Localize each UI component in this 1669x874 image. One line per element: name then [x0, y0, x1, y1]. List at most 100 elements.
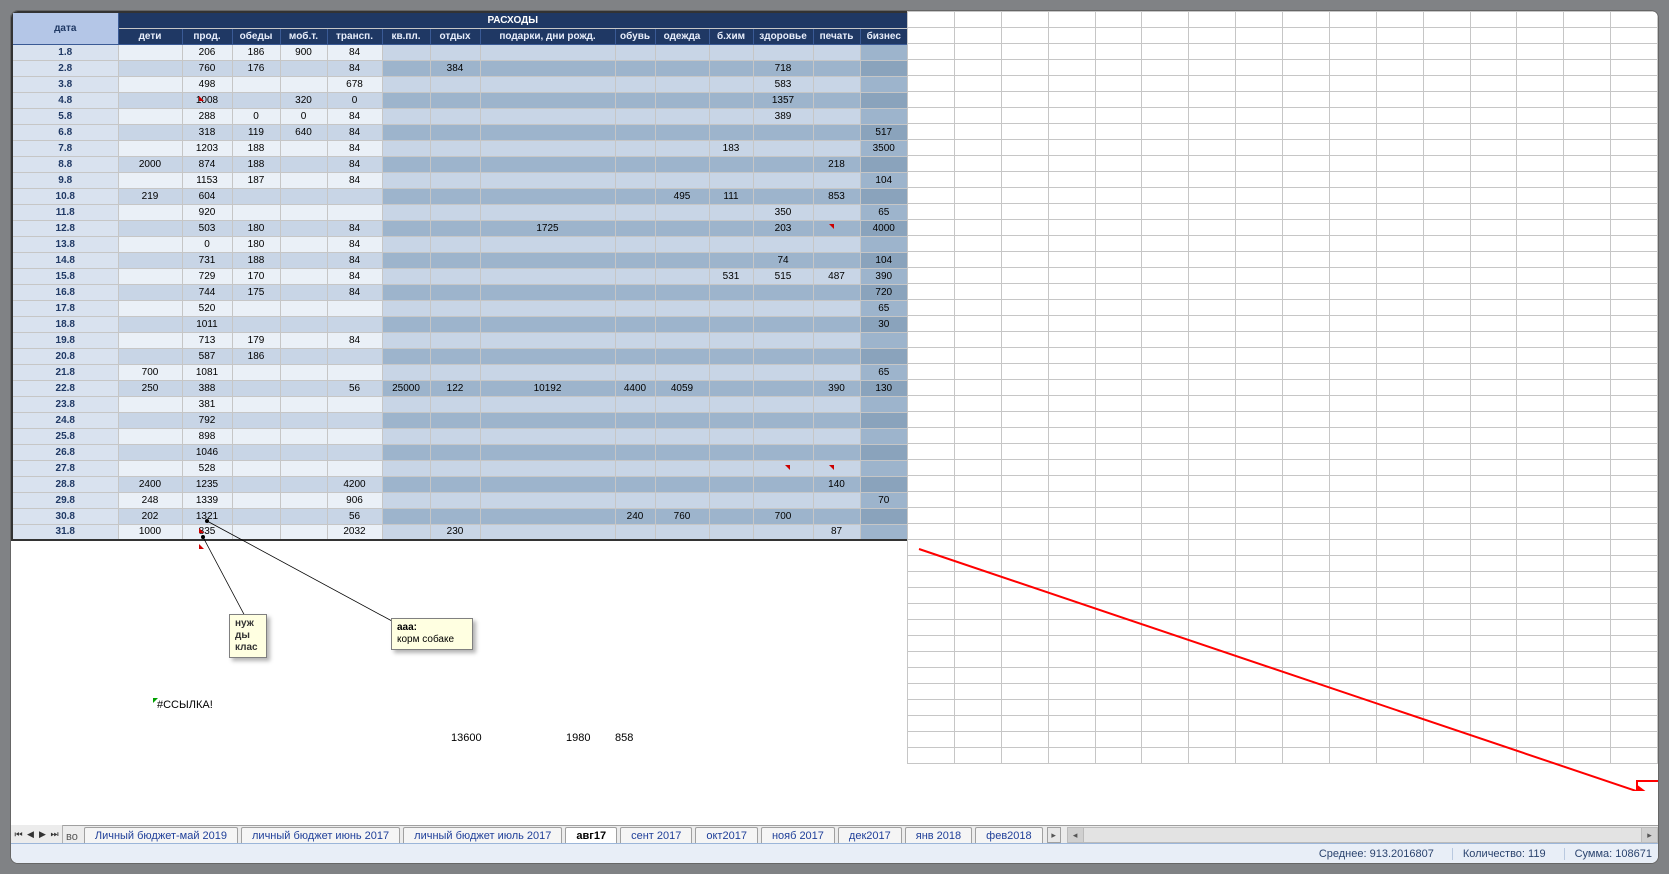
data-cell[interactable]: [118, 220, 182, 236]
blank-cell[interactable]: [1564, 716, 1611, 732]
data-cell[interactable]: [813, 92, 860, 108]
data-cell[interactable]: [430, 396, 480, 412]
data-cell[interactable]: [118, 284, 182, 300]
blank-cell[interactable]: [954, 604, 1001, 620]
blank-cell[interactable]: [1376, 380, 1423, 396]
data-cell[interactable]: [430, 268, 480, 284]
blank-cell[interactable]: [1423, 284, 1470, 300]
blank-cell[interactable]: [1564, 556, 1611, 572]
blank-cell[interactable]: [1611, 732, 1658, 748]
blank-cell[interactable]: [1283, 108, 1330, 124]
blank-cell[interactable]: [1236, 348, 1283, 364]
blank-cell[interactable]: [1189, 268, 1236, 284]
blank-cell[interactable]: [1423, 348, 1470, 364]
blank-cell[interactable]: [1095, 300, 1142, 316]
data-cell[interactable]: [480, 156, 615, 172]
blank-cell[interactable]: [1048, 428, 1095, 444]
data-cell[interactable]: [615, 108, 655, 124]
blank-cell[interactable]: [1001, 572, 1048, 588]
blank-cell[interactable]: [1470, 12, 1517, 28]
blank-cell[interactable]: [1283, 76, 1330, 92]
blank-cell[interactable]: [1095, 476, 1142, 492]
blank-cell[interactable]: [954, 540, 1001, 556]
blank-cell[interactable]: [1470, 188, 1517, 204]
blank-cell[interactable]: [1376, 732, 1423, 748]
blank-cell[interactable]: [1376, 476, 1423, 492]
blank-cell[interactable]: [908, 620, 955, 636]
data-cell[interactable]: [118, 396, 182, 412]
blank-cell[interactable]: [1236, 604, 1283, 620]
data-cell[interactable]: 729: [182, 268, 232, 284]
data-cell[interactable]: [709, 508, 753, 524]
data-cell[interactable]: [430, 156, 480, 172]
blank-cell[interactable]: [1329, 460, 1376, 476]
data-cell[interactable]: 84: [327, 172, 382, 188]
data-cell[interactable]: 250: [118, 380, 182, 396]
data-cell[interactable]: [430, 492, 480, 508]
data-cell[interactable]: 900: [280, 44, 327, 60]
data-cell[interactable]: [232, 204, 280, 220]
data-cell[interactable]: [480, 204, 615, 220]
blank-cell[interactable]: [1517, 348, 1564, 364]
blank-cell[interactable]: [1470, 140, 1517, 156]
blank-cell[interactable]: [1376, 620, 1423, 636]
blank-cell[interactable]: [908, 60, 955, 76]
blank-cell[interactable]: [1095, 204, 1142, 220]
blank-cell[interactable]: [1095, 428, 1142, 444]
data-cell[interactable]: [480, 252, 615, 268]
data-cell[interactable]: 188: [232, 156, 280, 172]
blank-cell[interactable]: [1283, 748, 1330, 764]
blank-cell[interactable]: [1283, 300, 1330, 316]
blank-cell[interactable]: [1048, 700, 1095, 716]
data-cell[interactable]: 4200: [327, 476, 382, 492]
data-cell[interactable]: [232, 188, 280, 204]
blank-cell[interactable]: [1517, 332, 1564, 348]
blank-cell[interactable]: [1095, 700, 1142, 716]
blank-cell[interactable]: [1329, 604, 1376, 620]
blank-cell[interactable]: [1470, 300, 1517, 316]
blank-cell[interactable]: [954, 92, 1001, 108]
data-cell[interactable]: [480, 60, 615, 76]
blank-cell[interactable]: [1001, 316, 1048, 332]
blank-cell[interactable]: [1001, 492, 1048, 508]
date-cell[interactable]: 1.8: [12, 44, 118, 60]
date-cell[interactable]: 26.8: [12, 444, 118, 460]
blank-cell[interactable]: [1189, 92, 1236, 108]
data-cell[interactable]: 318: [182, 124, 232, 140]
data-cell[interactable]: [753, 140, 813, 156]
blank-cell[interactable]: [908, 732, 955, 748]
blank-cell[interactable]: [1329, 236, 1376, 252]
blank-cell[interactable]: [1283, 540, 1330, 556]
blank-cell[interactable]: [908, 668, 955, 684]
blank-cell[interactable]: [1048, 156, 1095, 172]
blank-cell[interactable]: [1470, 444, 1517, 460]
blank-cell[interactable]: [1189, 460, 1236, 476]
blank-cell[interactable]: [1095, 716, 1142, 732]
blank-cell[interactable]: [1423, 748, 1470, 764]
blank-cell[interactable]: [1470, 268, 1517, 284]
blank-cell[interactable]: [1236, 572, 1283, 588]
blank-cell[interactable]: [908, 396, 955, 412]
blank-cell[interactable]: [1611, 572, 1658, 588]
blank-cell[interactable]: [1236, 748, 1283, 764]
blank-cell[interactable]: [1470, 684, 1517, 700]
blank-cell[interactable]: [1142, 364, 1189, 380]
data-cell[interactable]: [232, 76, 280, 92]
blank-cell[interactable]: [1329, 44, 1376, 60]
data-cell[interactable]: 1011: [182, 316, 232, 332]
blank-cell[interactable]: [1564, 204, 1611, 220]
blank-cell[interactable]: [1611, 156, 1658, 172]
blank-cell[interactable]: [1189, 44, 1236, 60]
data-cell[interactable]: [655, 76, 709, 92]
data-cell[interactable]: [615, 332, 655, 348]
blank-cell[interactable]: [1517, 156, 1564, 172]
blank-cell[interactable]: [908, 284, 955, 300]
blank-cell[interactable]: [1095, 508, 1142, 524]
blank-cell[interactable]: [1142, 412, 1189, 428]
blank-cell[interactable]: [1329, 204, 1376, 220]
blank-cell[interactable]: [1095, 60, 1142, 76]
data-cell[interactable]: [615, 140, 655, 156]
blank-cell[interactable]: [1095, 652, 1142, 668]
data-cell[interactable]: [280, 140, 327, 156]
blank-cell[interactable]: [1564, 380, 1611, 396]
